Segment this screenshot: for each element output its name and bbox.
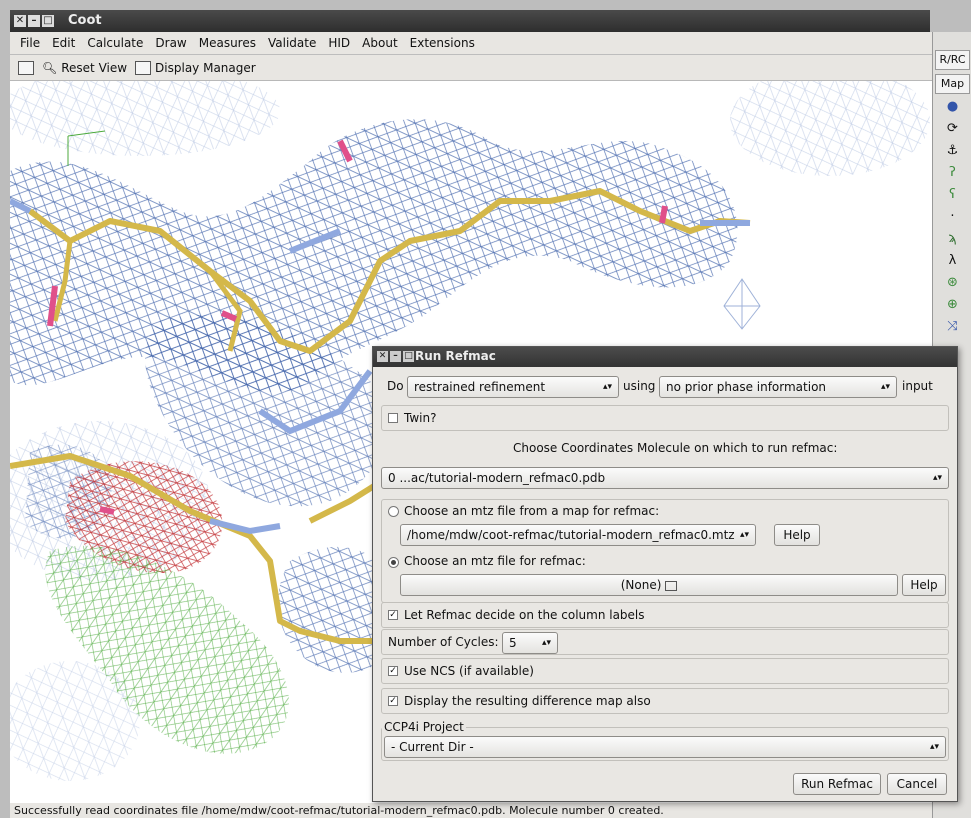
map-button[interactable]: Map [935,74,970,94]
dialog-minimize-icon[interactable]: – [390,351,401,362]
mtz-frame: Choose an mtz file from a map for refmac… [381,499,949,603]
refinement-type-value: restrained refinement [414,380,546,394]
use-ncs-checkbox[interactable]: ✓ [388,666,398,676]
combo-arrow-icon: ▴▾ [739,530,749,540]
combo-arrow-icon: ▴▾ [541,638,551,648]
coordinates-frame: Choose Coordinates Molecule on which to … [381,433,949,495]
toolbar: 🔍︎ Reset View Display Manager [10,55,932,81]
anchor-icon[interactable]: ⚓︎ [944,142,962,160]
close-icon[interactable]: ✕ [14,15,26,27]
mtz-file-radio[interactable] [388,557,399,568]
mtz-from-map-select[interactable]: /home/mdw/coot-refmac/tutorial-modern_re… [400,524,756,546]
window-title: Coot [68,13,102,28]
phase-option-select[interactable]: no prior phase information ▴▾ [659,376,897,398]
twin-frame: Twin? [381,405,949,431]
menu-edit[interactable]: Edit [52,36,75,50]
display-diff-label: Display the resulting difference map als… [404,694,651,708]
display-manager-button[interactable]: Display Manager [135,60,256,75]
mtz-file-value: (None) [620,578,662,592]
run-refmac-label: Run Refmac [801,777,873,791]
combo-arrow-icon: ▴▾ [929,742,939,752]
help-button-file[interactable]: Help [902,574,946,596]
refine-icon[interactable]: ʔ [944,164,962,182]
display-manager-icon [135,60,152,75]
help-button-map[interactable]: Help [774,524,820,546]
help-label: Help [783,528,811,542]
menu-hid[interactable]: HID [328,36,350,50]
ccp4i-project-select[interactable]: - Current Dir - ▴▾ [384,736,946,758]
twin-checkbox[interactable] [388,413,398,423]
refinement-type-select[interactable]: restrained refinement ▴▾ [407,376,619,398]
maximize-icon[interactable]: □ [42,15,54,27]
mtz-from-map-label: Choose an mtz file from a map for refmac… [404,504,660,518]
fit-residue-icon[interactable]: ϡ [944,230,962,248]
minimize-icon[interactable]: – [28,15,40,27]
run-refmac-button[interactable]: Run Refmac [793,773,881,795]
do-label: Do [387,379,404,393]
mtz-file-label: Choose an mtz file for refmac: [404,554,586,568]
ccp4i-project-value: - Current Dir - [391,740,474,754]
let-refmac-label: Let Refmac decide on the column labels [404,608,645,622]
flip-icon[interactable]: ⤨ [944,318,962,336]
cancel-button[interactable]: Cancel [887,773,947,795]
regularize-icon[interactable]: ʕ [944,186,962,204]
status-bar: Successfully read coordinates file /home… [10,803,932,818]
dialog-title: Run Refmac [415,349,496,363]
let-refmac-checkbox[interactable]: ✓ [388,610,398,620]
reset-view-label: Reset View [61,60,128,75]
coords-molecule-value: 0 ...ac/tutorial-modern_refmac0.pdb [388,471,606,485]
main-window-titlebar[interactable]: ✕ – □ Coot [10,10,930,32]
choose-coords-label: Choose Coordinates Molecule on which to … [513,441,838,455]
cycles-value: 5 [509,636,517,650]
mtz-file-chooser[interactable]: (None) [400,574,898,596]
menu-extensions[interactable]: Extensions [410,36,475,50]
lambda-icon[interactable]: λ [944,252,962,270]
ccp4i-label: CCP4i Project [382,720,466,734]
rotate-icon[interactable]: ⟳ [944,120,962,138]
ccp4i-frame: CCP4i Project - Current Dir - ▴▾ [381,720,949,761]
menu-draw[interactable]: Draw [155,36,186,50]
rrc-button[interactable]: R/RC [935,50,970,70]
menu-calculate[interactable]: Calculate [87,36,143,50]
run-refmac-dialog: ✕ – □ Run Refmac Do restrained refinement ▴… [372,346,958,802]
cycles-label: Number of Cycles: [388,635,499,649]
display-manager-label: Display Manager [155,60,256,75]
ncs-frame: ✓ Use NCS (if available) [381,658,949,684]
rotamer-icon[interactable]: ⊛ [944,274,962,292]
cycles-frame: Number of Cycles: 5 ▴▾ [381,629,949,655]
phase-option-value: no prior phase information [666,380,827,394]
dialog-titlebar[interactable]: ✕ – □ Run Refmac [373,347,957,367]
dot-icon[interactable]: · [944,208,962,226]
magnifier-icon: 🔍︎ [42,60,58,75]
mtz-from-map-radio[interactable] [388,506,399,517]
combo-arrow-icon: ▴▾ [932,473,942,483]
mtz-from-map-value: /home/mdw/coot-refmac/tutorial-modern_re… [407,528,735,542]
cancel-label: Cancel [896,777,938,791]
display-diff-checkbox[interactable]: ✓ [388,696,398,706]
menu-about[interactable]: About [362,36,397,50]
menu-file[interactable]: File [20,36,40,50]
folder-icon [665,580,678,591]
input-label: input [902,379,933,393]
column-labels-frame: ✓ Let Refmac decide on the column labels [381,602,949,628]
reset-view-button[interactable]: 🔍︎ Reset View [42,61,127,75]
use-ncs-label: Use NCS (if available) [404,664,534,678]
combo-arrow-icon: ▴▾ [880,382,890,392]
combo-arrow-icon: ▴▾ [602,382,612,392]
diff-map-frame: ✓ Display the resulting difference map a… [381,688,949,714]
coords-molecule-select[interactable]: 0 ...ac/tutorial-modern_refmac0.pdb ▴▾ [381,467,949,489]
dialog-maximize-icon[interactable]: □ [403,351,414,362]
menu-measures[interactable]: Measures [199,36,256,50]
menubar: File Edit Calculate Draw Measures Valida… [10,32,932,54]
dialog-close-icon[interactable]: ✕ [377,351,388,362]
help-label: Help [910,578,938,592]
cycles-select[interactable]: 5 ▴▾ [502,632,558,654]
torsion-icon[interactable]: ⊕ [944,296,962,314]
toolbar-toggle-icon[interactable] [18,60,34,75]
sphere-icon[interactable]: ● [944,98,962,116]
twin-label: Twin? [404,411,437,425]
menu-validate[interactable]: Validate [268,36,316,50]
refinement-options-frame: Do restrained refinement ▴▾ using no prio… [381,373,949,403]
using-label: using [623,379,656,393]
